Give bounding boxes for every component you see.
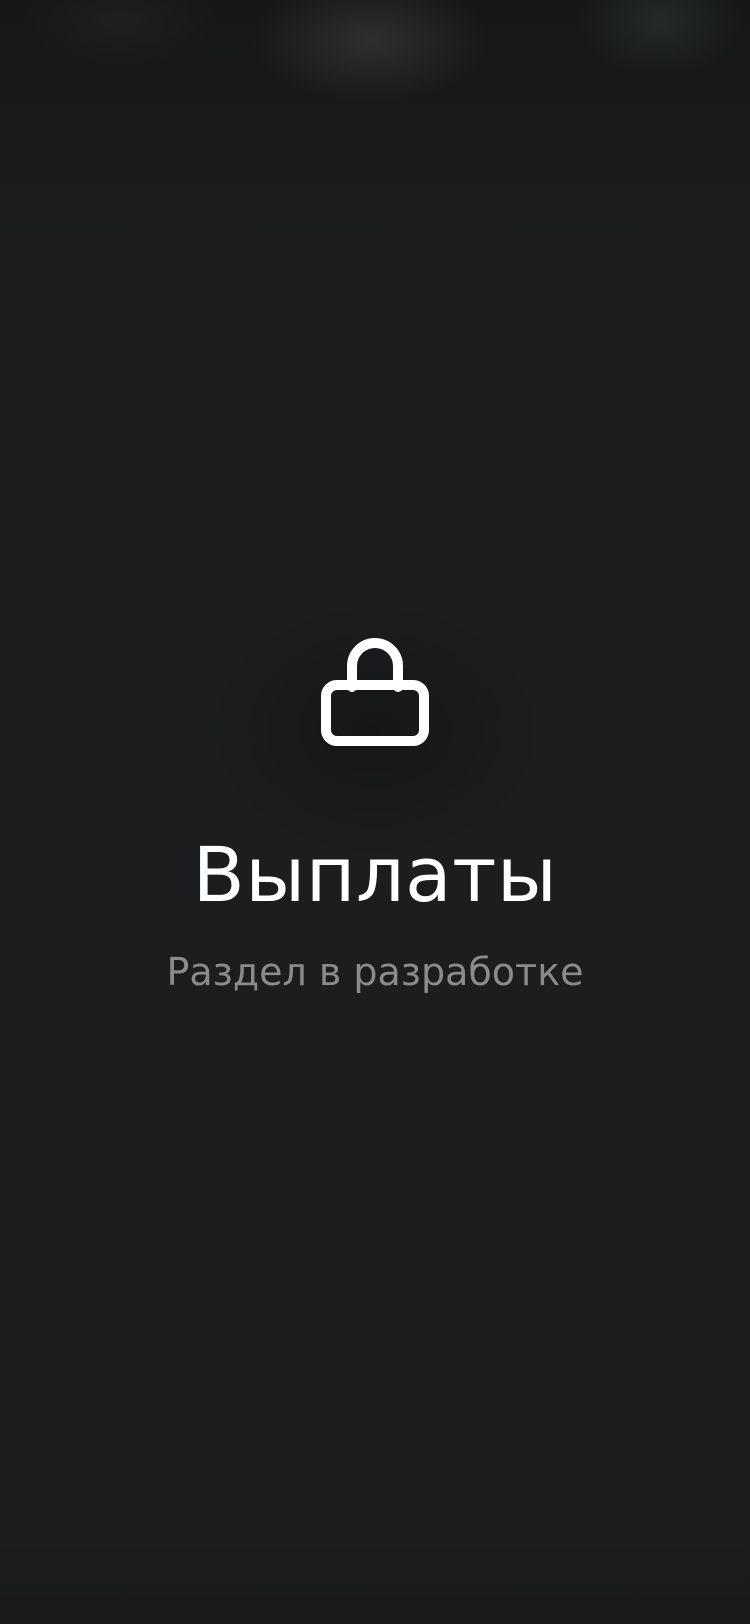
status-text: Раздел в разработке xyxy=(166,950,584,994)
background-bottom-band xyxy=(0,1540,750,1624)
background-glow-top xyxy=(0,0,750,260)
lock-icon xyxy=(321,638,429,746)
page-title: Выплаты xyxy=(192,830,558,919)
locked-section: Выплаты Раздел в разработке xyxy=(0,630,750,996)
